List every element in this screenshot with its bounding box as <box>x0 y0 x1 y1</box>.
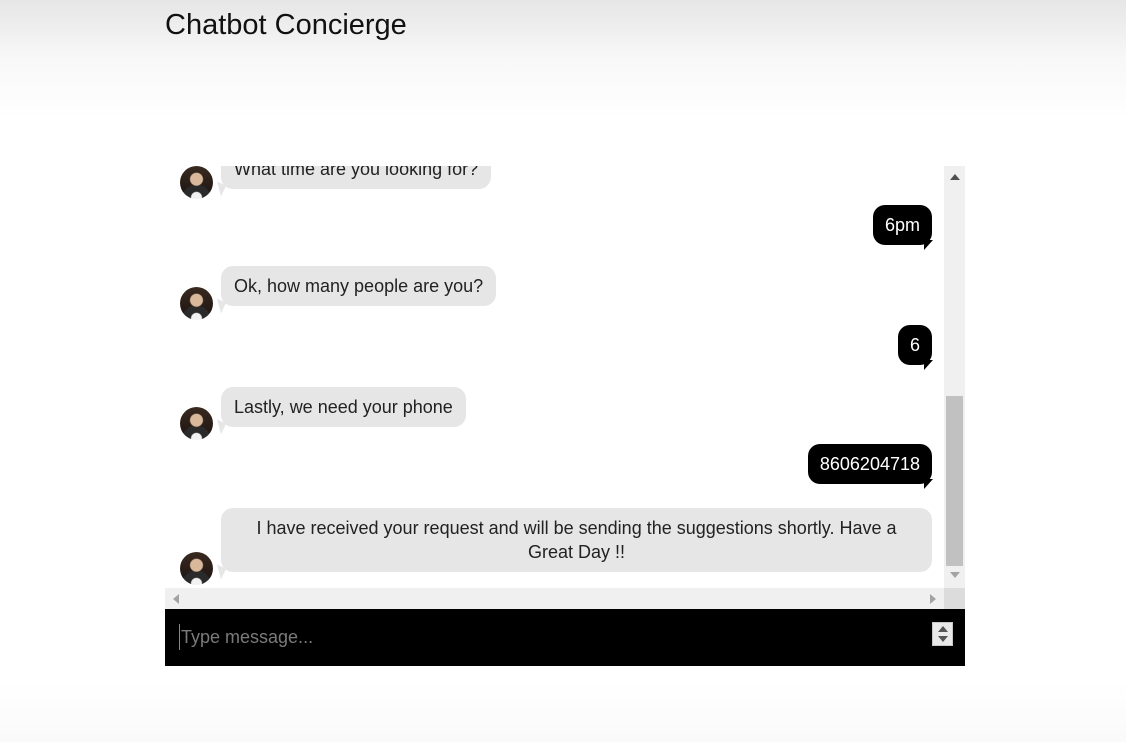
user-message: 6 <box>897 325 934 370</box>
scrollbar-corner <box>944 588 965 609</box>
bot-message: I have received your request and will be… <box>221 508 932 572</box>
scroll-right-icon[interactable] <box>930 594 936 604</box>
message-row: I have received your request and will be… <box>165 504 944 588</box>
page-title: Chatbot Concierge <box>165 9 407 41</box>
bot-message: What time are you looking for? <box>221 166 492 189</box>
messages-viewport[interactable]: What time are you looking for? 6pm Ok, h… <box>165 166 944 588</box>
spinner-up-icon[interactable] <box>938 626 948 632</box>
bot-avatar <box>180 166 213 199</box>
bot-avatar <box>180 407 213 440</box>
spinner-down-icon[interactable] <box>938 636 948 642</box>
bot-avatar <box>180 552 213 585</box>
scrollbar-thumb[interactable] <box>946 396 963 566</box>
vertical-scrollbar[interactable] <box>944 166 965 588</box>
scroll-up-icon[interactable] <box>950 174 960 180</box>
chat-window: What time are you looking for? 6pm Ok, h… <box>165 166 965 666</box>
message-input[interactable] <box>179 624 921 650</box>
scroll-left-icon[interactable] <box>173 594 179 604</box>
bot-message: Ok, how many people are you? <box>221 266 497 306</box>
scroll-down-icon[interactable] <box>950 572 960 578</box>
message-row: Ok, how many people are you? <box>165 263 944 323</box>
message-row: Lastly, we need your phone <box>165 383 944 443</box>
bot-message: Lastly, we need your phone <box>221 387 466 427</box>
user-message: 8606204718 <box>807 444 934 489</box>
message-row: 8606204718 <box>165 444 944 492</box>
bot-avatar <box>180 287 213 320</box>
message-row: 6pm <box>165 205 944 253</box>
message-row: What time are you looking for? <box>165 166 944 201</box>
user-message: 6pm <box>872 205 934 250</box>
message-row: 6 <box>165 324 944 372</box>
composer-bar <box>165 609 965 666</box>
horizontal-scrollbar[interactable] <box>165 588 944 609</box>
spinner-control[interactable] <box>932 622 953 646</box>
